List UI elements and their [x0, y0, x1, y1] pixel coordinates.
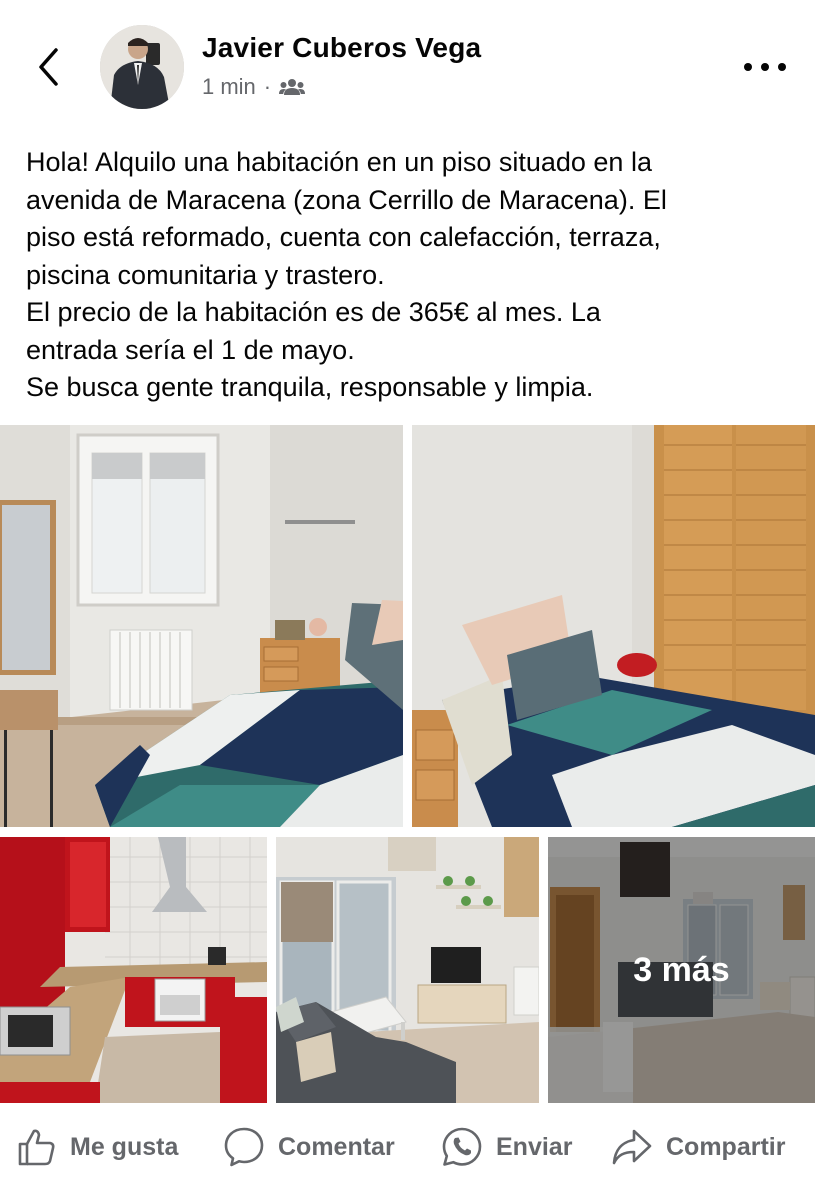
post-meta: 1 min · [202, 74, 306, 100]
post-header: Javier Cuberos Vega 1 min · [0, 0, 815, 130]
back-button[interactable] [28, 42, 68, 92]
share-icon [612, 1129, 652, 1165]
post-text: Hola! Alquilo una habitación en un piso … [26, 144, 796, 407]
post-text-line: piscina comunitaria y trastero. [26, 259, 385, 290]
thumbs-up-icon [18, 1129, 55, 1166]
comment-label: Comentar [278, 1132, 395, 1161]
post-time[interactable]: 1 min [202, 74, 256, 100]
post-text-line: entrada sería el 1 de mayo. [26, 334, 355, 365]
send-button[interactable]: Enviar [440, 1124, 572, 1170]
more-photos-overlay[interactable]: 3 más [548, 837, 815, 1103]
author-name[interactable]: Javier Cuberos Vega [202, 32, 481, 64]
whatsapp-icon [442, 1127, 482, 1166]
avatar-photo [100, 25, 184, 109]
dot-icon [761, 63, 769, 71]
chevron-left-icon [39, 48, 58, 86]
avatar[interactable] [100, 25, 184, 109]
more-photos-label: 3 más [633, 950, 730, 989]
friends-icon [279, 79, 306, 95]
photo-bedroom-window[interactable] [0, 425, 403, 827]
meta-separator: · [263, 74, 272, 99]
post-text-line: Se busca gente tranquila, responsable y … [26, 372, 594, 402]
photo-kitchen[interactable] [0, 837, 267, 1103]
photo-bedroom-wardrobe[interactable] [412, 425, 815, 827]
like-label: Me gusta [70, 1132, 179, 1161]
send-label: Enviar [496, 1132, 573, 1161]
post-text-line: avenida de Maracena (zona Cerrillo de Ma… [26, 184, 667, 215]
photo-living-room-wide[interactable]: 3 más [548, 837, 815, 1103]
comment-icon [224, 1127, 264, 1167]
dot-icon [744, 63, 752, 71]
action-bar: Me gusta Comentar Enviar Compartir [0, 1112, 815, 1182]
post-text-line: Hola! Alquilo una habitación en un piso … [26, 147, 652, 177]
dot-icon [778, 63, 786, 71]
comment-button[interactable]: Comentar [222, 1124, 395, 1170]
more-options-button[interactable] [740, 55, 790, 79]
post-text-line: piso está reformado, cuenta con calefacc… [26, 222, 661, 252]
share-label: Compartir [666, 1132, 786, 1161]
like-button[interactable]: Me gusta [16, 1124, 178, 1170]
share-button[interactable]: Compartir [610, 1124, 785, 1170]
photo-living-room[interactable] [276, 837, 539, 1103]
post-text-line: El precio de la habitación es de 365€ al… [26, 297, 601, 327]
